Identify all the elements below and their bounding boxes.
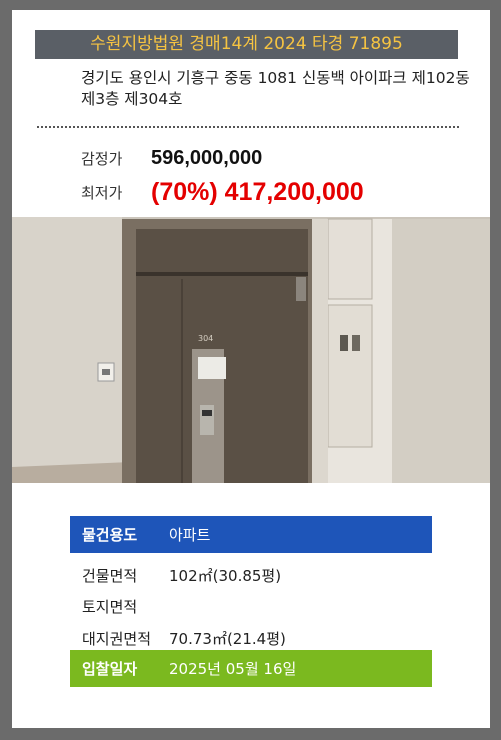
unit-number: 304 xyxy=(198,334,213,343)
minimum-price-label: 최저가 xyxy=(81,184,123,202)
auction-card: 수원지방법원 경매14계 2024 타경 71895 경기도 용인시 기흥구 중… xyxy=(12,10,490,728)
appraisal-value: 596,000,000 xyxy=(151,147,263,169)
minimum-price-value: (70%) 417,200,000 xyxy=(151,178,364,206)
property-address: 경기도 용인시 기흥구 중동 1081 신동백 아이파크 제102동 제3층 제… xyxy=(81,69,470,108)
land-area-label: 토지면적 xyxy=(82,598,138,616)
minimum-price-row: 최저가 (70%) 417,200,000 xyxy=(81,178,364,207)
appraisal-label: 감정가 xyxy=(81,150,123,168)
bid-date-label: 입찰일자 xyxy=(82,660,138,678)
property-photo: 304 xyxy=(12,217,490,483)
usage-row: 물건용도 아파트 xyxy=(70,516,432,553)
case-title: 수원지방법원 경매14계 2024 타경 71895 xyxy=(35,30,458,59)
land-right-area-value: 70.73㎡(21.4평) xyxy=(169,630,286,648)
building-area-value: 102㎡(30.85평) xyxy=(169,567,282,585)
building-area-label: 건물면적 xyxy=(82,567,138,585)
divider xyxy=(37,126,459,128)
bid-date-value: 2025년 05월 16일 xyxy=(169,660,297,678)
land-right-area-label: 대지권면적 xyxy=(82,630,152,648)
usage-value: 아파트 xyxy=(169,526,211,544)
appraisal-row: 감정가 596,000,000 xyxy=(81,147,262,170)
usage-label: 물건용도 xyxy=(82,526,138,544)
bid-date-row: 입찰일자 2025년 05월 16일 xyxy=(70,650,432,687)
